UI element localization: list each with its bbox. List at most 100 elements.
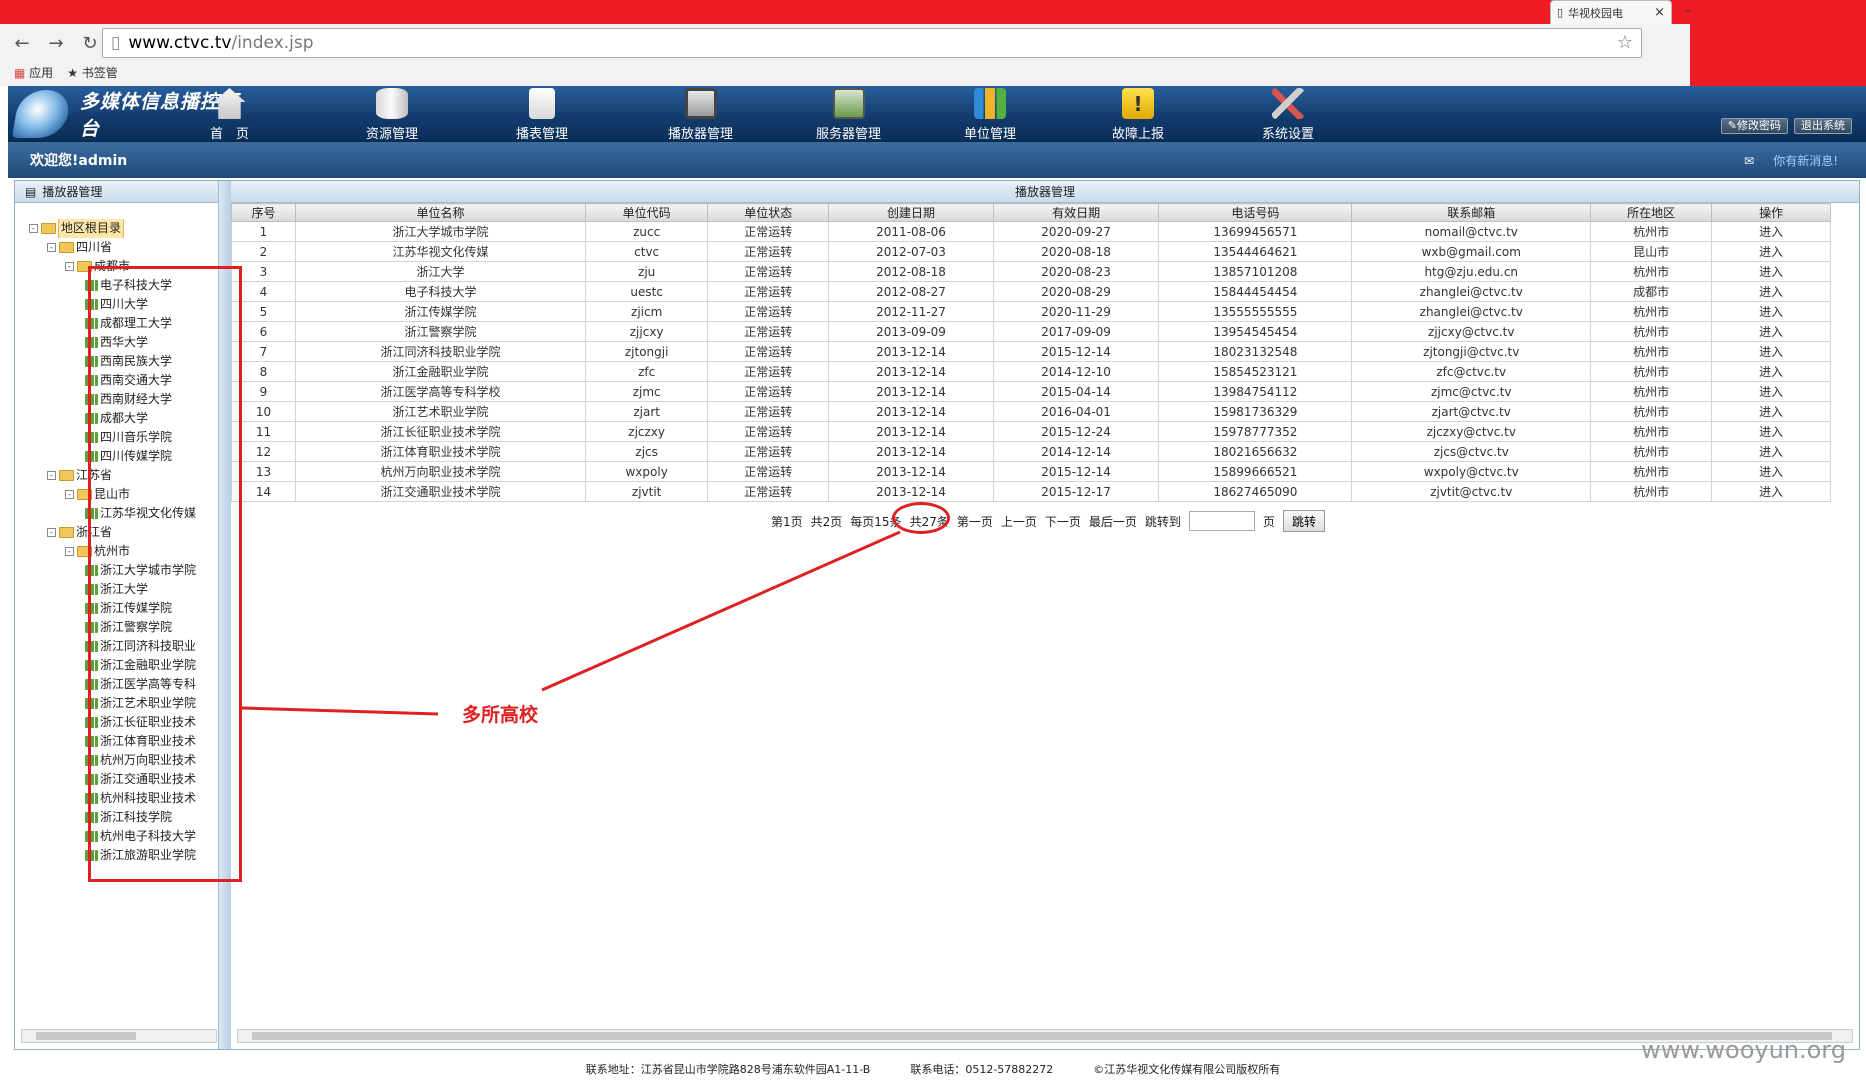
collapse-toggle-icon[interactable]: -: [65, 490, 74, 499]
scroll-thumb[interactable]: [252, 1032, 1832, 1040]
table-cell: zjtongji: [585, 341, 709, 362]
first-page-link[interactable]: 第一页: [957, 513, 993, 530]
logout-button[interactable]: 退出系统: [1794, 118, 1852, 134]
table-row[interactable]: 9 浙江医学高等专科学校 zjmc 正常运转 2013-12-14 2015-04-14 1…: [231, 381, 1831, 402]
table-row[interactable]: 12 浙江体育职业技术学院 zjcs 正常运转 2013-12-14 2014-12-14…: [231, 441, 1831, 462]
bookmark-star-icon[interactable]: ☆: [1617, 32, 1633, 53]
header-buttons: ✎修改密码 退出系统: [1720, 118, 1852, 134]
collapse-toggle-icon[interactable]: -: [47, 471, 56, 480]
table-row[interactable]: 11 浙江长征职业技术学院 zjczxy 正常运转 2013-12-14 2015-12-…: [231, 421, 1831, 442]
menu-player[interactable]: 播放器管理: [668, 88, 733, 142]
collapse-toggle-icon[interactable]: -: [65, 262, 74, 271]
enter-link[interactable]: 进入: [1711, 221, 1831, 242]
bookmark-manager[interactable]: ★ 书签管: [67, 64, 118, 81]
table-cell: 2020-11-29: [992, 301, 1160, 322]
table-cell: 杭州市: [1590, 361, 1713, 382]
table-cell: 2013-12-14: [828, 401, 994, 422]
reload-icon[interactable]: ↻: [80, 33, 100, 54]
table-cell: 13954545454: [1158, 321, 1353, 342]
minimize-icon[interactable]: –: [1676, 0, 1700, 22]
table-row[interactable]: 14 浙江交通职业技术学院 zjvtit 正常运转 2013-12-14 2015-12-…: [231, 481, 1831, 502]
table-row[interactable]: 7 浙江同济科技职业学院 zjtongji 正常运转 2013-12-14 2015-12…: [231, 341, 1831, 362]
table-row[interactable]: 10 浙江艺术职业学院 zjart 正常运转 2013-12-14 2016-04-01 1…: [231, 401, 1831, 422]
left-horizontal-scrollbar[interactable]: [21, 1029, 217, 1043]
table-row[interactable]: 3 浙江大学 zju 正常运转 2012-08-18 2020-08-23 13857101…: [231, 261, 1831, 282]
table-cell: 杭州市: [1590, 441, 1713, 462]
table-cell: 浙江医学高等专科学校: [294, 381, 587, 402]
collapse-toggle-icon[interactable]: -: [47, 243, 56, 252]
table-row[interactable]: 6 浙江警察学院 zjjcxy 正常运转 2013-09-09 2017-09-09 139…: [231, 321, 1831, 342]
enter-link[interactable]: 进入: [1711, 381, 1831, 402]
address-bar[interactable]: ▯ www.ctvc.tv/index.jsp ☆: [102, 28, 1642, 58]
table-cell: 浙江交通职业技术学院: [294, 481, 587, 502]
menu-resource[interactable]: 资源管理: [366, 88, 418, 142]
enter-link[interactable]: 进入: [1711, 361, 1831, 382]
enter-link[interactable]: 进入: [1711, 241, 1831, 262]
enter-link[interactable]: 进入: [1711, 261, 1831, 282]
table-row[interactable]: 4 电子科技大学 uestc 正常运转 2012-08-27 2020-08-29 1584…: [231, 281, 1831, 302]
column-header: 联系邮箱: [1351, 203, 1592, 222]
menu-schedule[interactable]: 播表管理: [516, 88, 568, 142]
scroll-thumb[interactable]: [36, 1032, 136, 1040]
table-cell: zjmc@ctvc.tv: [1351, 381, 1592, 402]
enter-link[interactable]: 进入: [1711, 461, 1831, 482]
table-cell: 1: [231, 221, 296, 242]
table-cell: 13984754112: [1158, 381, 1353, 402]
close-tab-icon[interactable]: ×: [1654, 5, 1665, 20]
table-cell: zjcs@ctvc.tv: [1351, 441, 1592, 462]
menu-server[interactable]: 服务器管理: [816, 88, 881, 142]
jump-page-input[interactable]: [1188, 511, 1255, 531]
folder-icon: [41, 223, 56, 234]
enter-link[interactable]: 进入: [1711, 301, 1831, 322]
jump-button[interactable]: 跳转: [1282, 510, 1325, 532]
browser-tab[interactable]: ▯ 华视校园电 ×: [1550, 0, 1672, 24]
back-icon[interactable]: ←: [12, 33, 32, 54]
enter-link[interactable]: 进入: [1711, 421, 1831, 442]
table-cell: zjicm: [585, 301, 709, 322]
page-unit: 页: [1262, 514, 1275, 529]
table-row[interactable]: 2 江苏华视文化传媒 ctvc 正常运转 2012-07-03 2020-08-18 135…: [231, 241, 1831, 262]
menu-unit[interactable]: 单位管理: [964, 88, 1016, 142]
table-cell: 杭州市: [1590, 381, 1713, 402]
table-cell: 正常运转: [707, 441, 830, 462]
forward-icon[interactable]: →: [46, 33, 66, 54]
menu-fault[interactable]: ! 故障上报: [1112, 88, 1164, 142]
table-cell: zjvtit@ctvc.tv: [1351, 481, 1592, 502]
prev-page-link[interactable]: 上一页: [1001, 513, 1037, 530]
welcome-bar: 欢迎您!admin ✉ 你有新消息!: [8, 142, 1866, 178]
change-password-button[interactable]: ✎修改密码: [1720, 118, 1788, 134]
enter-link[interactable]: 进入: [1711, 321, 1831, 342]
apps-grid-icon: ▦: [14, 65, 26, 80]
column-header: 单位状态: [707, 203, 830, 222]
main-horizontal-scrollbar[interactable]: [237, 1029, 1853, 1043]
table-cell: 正常运转: [707, 461, 830, 482]
tree-folder[interactable]: - 四川省: [29, 238, 219, 257]
last-page-link[interactable]: 最后一页: [1089, 513, 1137, 530]
table-cell: 浙江金融职业学院: [294, 361, 587, 382]
collapse-toggle-icon[interactable]: -: [29, 224, 38, 233]
enter-link[interactable]: 进入: [1711, 481, 1831, 502]
enter-link[interactable]: 进入: [1711, 441, 1831, 462]
collapse-toggle-icon[interactable]: -: [47, 528, 56, 537]
menu-settings[interactable]: 系统设置: [1262, 88, 1314, 142]
table-row[interactable]: 8 浙江金融职业学院 zfc 正常运转 2013-12-14 2014-12-10 1585…: [231, 361, 1831, 382]
next-page-link[interactable]: 下一页: [1045, 513, 1081, 530]
bookmark-apps[interactable]: ▦ 应用: [14, 64, 53, 81]
menu-home[interactable]: 首 页: [210, 88, 249, 142]
table-row[interactable]: 5 浙江传媒学院 zjicm 正常运转 2012-11-27 2020-11-29 1355…: [231, 301, 1831, 322]
table-cell: zjczxy: [585, 421, 709, 442]
enter-link[interactable]: 进入: [1711, 341, 1831, 362]
tab-title: 华视校园电: [1568, 6, 1624, 20]
table-cell: 杭州市: [1590, 321, 1713, 342]
house-icon: [213, 88, 246, 119]
collapse-toggle-icon[interactable]: -: [65, 547, 74, 556]
annotation-box: [88, 266, 242, 882]
table-row[interactable]: 13 杭州万向职业技术学院 wxpoly 正常运转 2013-12-14 2015-12-…: [231, 461, 1831, 482]
enter-link[interactable]: 进入: [1711, 401, 1831, 422]
new-message-link[interactable]: ✉ 你有新消息!: [1744, 152, 1838, 169]
table-row[interactable]: 1 浙江大学城市学院 zucc 正常运转 2011-08-06 2020-09-27 136…: [231, 221, 1831, 242]
tree-folder[interactable]: - 地区根目录: [29, 219, 219, 238]
table-cell: wxpoly@ctvc.tv: [1351, 461, 1592, 482]
enter-link[interactable]: 进入: [1711, 281, 1831, 302]
table-cell: 正常运转: [707, 321, 830, 342]
